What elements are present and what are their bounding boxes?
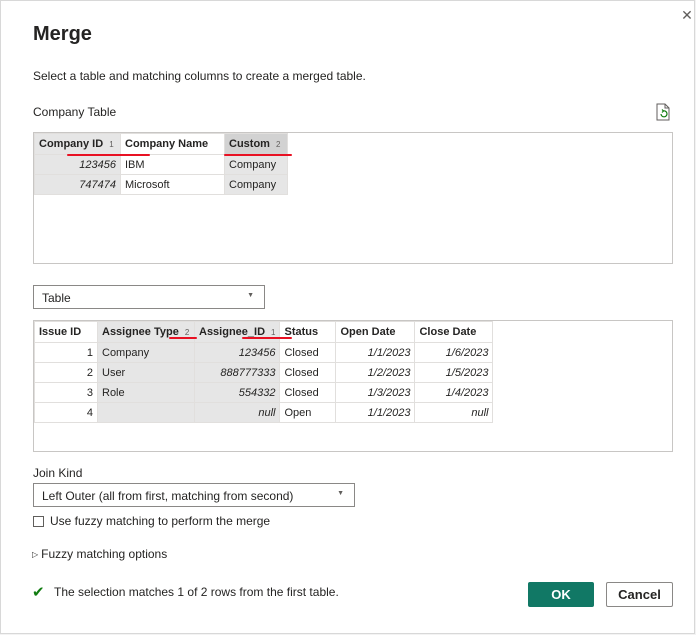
table-cell: 1/5/2023 (414, 362, 494, 383)
refresh-preview-icon[interactable] (655, 103, 671, 121)
column-header-label: Close Date (419, 326, 477, 338)
table-cell: IBM (120, 154, 225, 175)
second-table-preview: Issue ID Assignee Type 2 Assignee_ID 1 Status… (33, 320, 673, 452)
table-row: 747474 Microsoft Company (34, 174, 288, 195)
join-kind-value: Left Outer (all from first, matching fro… (42, 489, 294, 503)
column-header[interactable]: Custom 2 (224, 133, 288, 155)
status-message: ✔ The selection matches 1 of 2 rows from… (32, 583, 339, 601)
table-row: 3 Role 554332 Closed 1/3/2023 1/4/2023 (34, 382, 494, 403)
chevron-down-icon: ▼ (337, 490, 344, 497)
selection-underline (169, 337, 197, 339)
expand-triangle-icon: ▷ (32, 549, 39, 559)
column-header[interactable]: Open Date (335, 321, 416, 343)
checkmark-icon: ✔ (32, 584, 45, 601)
column-header-label: Custom (229, 138, 270, 150)
second-table-dropdown[interactable]: Table ▼ (33, 285, 265, 309)
table-cell: 123456 (193, 342, 281, 363)
table-cell: 4 (34, 402, 98, 423)
table-cell: 1/4/2023 (414, 382, 494, 403)
column-header-label: Company Name (125, 138, 209, 150)
fuzzy-matching-row: Use fuzzy matching to perform the merge (33, 514, 270, 528)
status-text: The selection matches 1 of 2 rows from t… (54, 585, 339, 599)
table-cell: 1/2/2023 (335, 362, 416, 383)
table-cell: 2 (34, 362, 98, 383)
table-cell: 1/1/2023 (335, 402, 416, 423)
column-header[interactable]: Company Name (120, 133, 225, 155)
first-table-label: Company Table (33, 105, 117, 119)
first-table-preview: Company ID 1 Company Name Custom 2 123456 IBM… (33, 132, 673, 264)
dialog-subtitle: Select a table and matching columns to c… (33, 69, 366, 83)
column-header[interactable]: Assignee Type 2 (97, 321, 195, 343)
column-header[interactable]: Close Date (414, 321, 494, 343)
table-cell: Company (97, 342, 195, 363)
table-row: 1 Company 123456 Closed 1/1/2023 1/6/2023 (34, 342, 494, 363)
selection-underline (67, 154, 150, 156)
table-cell: Closed (279, 382, 337, 403)
fuzzy-matching-label[interactable]: Use fuzzy matching to perform the merge (50, 514, 270, 528)
fuzzy-matching-options-label: Fuzzy matching options (41, 547, 168, 561)
cancel-button[interactable]: Cancel (606, 582, 673, 607)
second-table-dropdown-value: Table (42, 291, 71, 305)
table-cell (97, 402, 195, 423)
chevron-down-icon: ▼ (247, 292, 254, 299)
column-header[interactable]: Assignee_ID 1 (193, 321, 281, 343)
column-header[interactable]: Company ID 1 (34, 133, 121, 155)
dialog-title: Merge (33, 23, 92, 45)
table-cell: Closed (279, 362, 337, 383)
column-header-label: Issue ID (39, 326, 82, 338)
table-cell: Role (97, 382, 195, 403)
table-cell: 1/1/2023 (335, 342, 416, 363)
column-header-label: Assignee Type (102, 326, 179, 338)
table-row: 2 User 888777333 Closed 1/2/2023 1/5/2023 (34, 362, 494, 383)
column-header-label: Open Date (340, 326, 396, 338)
column-order-badge: 1 (109, 140, 114, 149)
column-order-badge: 2 (184, 328, 190, 337)
table-cell: Closed (279, 342, 337, 363)
column-header[interactable]: Issue ID (34, 321, 98, 343)
column-header[interactable]: Status (279, 321, 337, 343)
table-cell: Company (224, 174, 288, 195)
table-cell: 1/3/2023 (335, 382, 416, 403)
table-cell: Open (279, 402, 337, 423)
table-cell: 1 (34, 342, 98, 363)
table-cell: Company (224, 154, 288, 175)
column-header-label: Company ID (39, 138, 104, 150)
table-cell: Microsoft (120, 174, 225, 195)
join-kind-dropdown[interactable]: Left Outer (all from first, matching fro… (33, 483, 355, 507)
ok-button[interactable]: OK (528, 582, 594, 607)
table-cell: User (97, 362, 195, 383)
close-icon[interactable]: ✕ (679, 7, 695, 23)
selection-underline (224, 154, 292, 156)
column-order-badge: 2 (275, 140, 281, 149)
table-cell: null (414, 402, 494, 423)
column-order-badge: 1 (271, 328, 276, 337)
first-table-grid: Company ID 1 Company Name Custom 2 123456 IBM… (34, 133, 288, 195)
join-kind-label: Join Kind (33, 466, 83, 480)
table-cell: 1/6/2023 (414, 342, 494, 363)
table-cell: 123456 (34, 154, 121, 175)
table-cell: 888777333 (193, 362, 281, 383)
table-cell: 3 (34, 382, 98, 403)
table-cell: 747474 (34, 174, 121, 195)
table-cell: null (193, 402, 281, 423)
table-cell: 554332 (193, 382, 281, 403)
selection-underline (242, 337, 292, 339)
merge-dialog: ✕ Merge Select a table and matching colu… (0, 0, 695, 634)
fuzzy-matching-options-toggle[interactable]: ▷ Fuzzy matching options (32, 547, 167, 561)
table-row: 123456 IBM Company (34, 154, 288, 175)
table-row: 4 null Open 1/1/2023 null (34, 402, 494, 423)
fuzzy-matching-checkbox[interactable] (33, 515, 44, 527)
